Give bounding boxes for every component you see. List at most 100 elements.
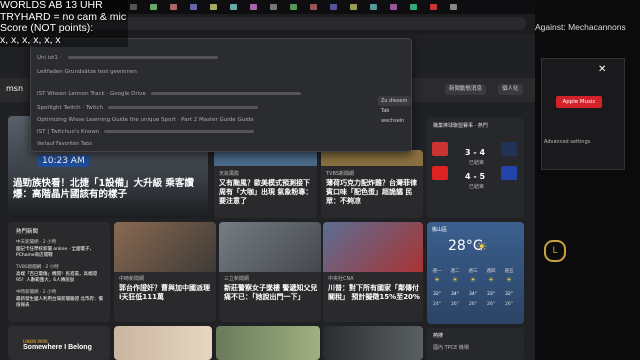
tab-favicon[interactable] (350, 4, 357, 10)
forecast-icon: ☀ (451, 276, 459, 284)
suggestion-row[interactable]: Leitfaden Grundsätze test gewinnen (37, 67, 405, 78)
league-logo-icon[interactable]: L (544, 240, 566, 262)
news-source: 中央社CNA (328, 276, 354, 282)
news-image (321, 150, 423, 166)
forecast-high: 32° (505, 292, 513, 297)
dropdown-footer[interactable]: Verlauf Favoriten Tabs (37, 141, 92, 147)
side-app-panel (535, 0, 640, 360)
tab-favicon[interactable] (210, 4, 217, 10)
forecast-low: 26° (505, 302, 513, 307)
suggestion-row[interactable]: Optimizing Wisse Learning Guide the uniq… (37, 115, 405, 126)
suggestion-row[interactable]: IST | Twitchuo's Known (37, 127, 405, 138)
forecast-day: 週一 (432, 269, 442, 274)
news-title[interactable]: 薄荷巧克力配炸雞？台灣菲律賓口味「配色蛋」超詭譎 民眾：不夠凉 (326, 179, 421, 206)
tab-favicon[interactable] (150, 4, 157, 10)
opponent-label: Against: Mechacannons (535, 22, 626, 32)
news-card[interactable]: 三立新聞網 新莊警察女子墜樓 警遞知父兒痛不已：「她說出門一下」 (219, 222, 321, 322)
tab-favicon[interactable] (270, 4, 277, 10)
apple-music-button[interactable]: Apple Music (556, 96, 602, 108)
tab-favicon[interactable] (410, 4, 417, 10)
scores-header: 職業棒球聯盟賽事 · 熱門 (433, 123, 488, 129)
list-item[interactable]: 最新發生國人利用台灣新聞驗證 北市府：價值報表 (16, 297, 106, 309)
news-title[interactable]: 郭台作證奸？曹與加中國派理 i天狂低111萬 (119, 284, 214, 302)
suggestion-row[interactable]: Spotlight Twitch · Twitch (37, 103, 405, 114)
news-card[interactable]: TVBS新聞網 薄荷巧克力配炸雞？台灣菲律賓口味「配色蛋」超詭譎 民眾：不夠凉 (321, 150, 423, 218)
news-image (114, 222, 216, 272)
news-image (219, 222, 321, 272)
list-item[interactable]: 國記卡任學校新聞 online · 全國電子，PChome商店開戰 (16, 247, 106, 259)
sun-icon: ☀ (476, 240, 488, 255)
list-item[interactable]: 中天新聞網 · 2 小時 (16, 240, 106, 246)
forecast-day: 週五 (504, 269, 514, 274)
overlay-line: x, x, x, x, x, x (0, 33, 61, 46)
news-image (323, 222, 423, 272)
list-item[interactable]: 中時新聞網 · 2 小時 (16, 290, 106, 296)
news-title[interactable]: 川普：對下所有國家「鄰傳付關稅」 預計擬徵15%至20% (328, 284, 421, 302)
sports-scores-widget[interactable]: 職業棒球聯盟賽事 · 熱門 3 - 4 已結束 4 - 5 已結束 (427, 118, 524, 218)
forecast-high: 32° (433, 292, 441, 297)
suggestion-row[interactable]: Uni ist1 · (37, 53, 405, 64)
panel-title: 熱搜 (433, 333, 444, 339)
tab-favicon[interactable] (370, 4, 377, 10)
tab-favicon[interactable] (290, 4, 297, 10)
news-feed-button[interactable]: 新聞動態消息 (445, 84, 487, 95)
forecast-icon: ☀ (487, 276, 495, 284)
tab-favicon[interactable] (310, 4, 317, 10)
news-card[interactable] (114, 326, 212, 360)
forecast-high: 34° (469, 292, 477, 297)
tab-favicon[interactable] (430, 4, 437, 10)
news-image (214, 150, 317, 166)
tab-favicon[interactable] (450, 4, 457, 10)
advanced-settings-label[interactable]: Advanced settings (544, 139, 590, 145)
forecast-icon: ☀ (469, 276, 477, 284)
team-logo (501, 142, 517, 156)
team-logo (501, 166, 517, 180)
forecast-day: 週四 (486, 269, 496, 274)
forecast-low: 26° (469, 302, 477, 307)
team-logo (432, 142, 448, 156)
news-title[interactable]: 又有颱風？歐美模式預測接下周有「大咖」出現 氣象粉專：要注意了 (219, 179, 314, 206)
tab-favicon[interactable] (170, 4, 177, 10)
tab-favicon[interactable] (390, 4, 397, 10)
overlay-line: WORLDS AB 13 UHR (0, 0, 103, 11)
game-score[interactable]: 4 - 5 (465, 172, 485, 181)
address-suggestions-dropdown[interactable]: Uni ist1 · Leitfaden Grundsätze test gew… (30, 38, 412, 152)
forecast-day: 週二 (450, 269, 460, 274)
news-source: 三立新聞網 (224, 276, 250, 282)
panel-item[interactable]: 國內 TPCE 機場 (433, 344, 469, 351)
news-source: 天氣風險 (219, 171, 240, 177)
forecast-low: 26° (451, 302, 459, 307)
song-title[interactable]: Somewhere I Belong (23, 344, 92, 351)
tab-favicon[interactable] (230, 4, 237, 10)
tab-favicon[interactable] (190, 4, 197, 10)
forecast-day: 週三 (468, 269, 478, 274)
news-card[interactable]: 中時新聞網 郭台作證奸？曹與加中國派理 i天狂低111萬 (114, 222, 216, 322)
news-card[interactable]: 天氣風險 又有颱風？歐美模式預測接下周有「大咖」出現 氣象粉專：要注意了 (214, 150, 317, 218)
tab-favicon[interactable] (330, 4, 337, 10)
msn-logo[interactable]: msn (6, 84, 23, 93)
time-badge: 10:23 AM (38, 155, 89, 167)
news-title[interactable]: 新莊警察女子墜樓 警遞知父兒痛不已：「她說出門一下」 (224, 284, 319, 302)
tab-favicon[interactable] (250, 4, 257, 10)
list-item[interactable]: TVBS新聞網 · 2 小時 (16, 265, 106, 271)
game-score[interactable]: 3 - 4 (465, 148, 485, 157)
team-logo (432, 166, 448, 180)
overlay-line: Score (NOT points): (0, 22, 94, 34)
close-icon[interactable]: ✕ (598, 64, 606, 75)
tab-favicon[interactable] (130, 4, 137, 10)
forecast-low: 24° (433, 302, 441, 307)
news-card[interactable]: 中央社CNA 川普：對下所有國家「鄰傳付關稅」 預計擬徵15%至20% (323, 222, 423, 322)
suggestion-row[interactable]: IST Wissen Lennon Track · Google Drive (37, 89, 405, 100)
news-source: TVBS新聞網 (326, 171, 354, 177)
switch-to-tab-button[interactable]: Zu diesem Tab wechseln (378, 96, 411, 124)
forecast-high: 34° (451, 292, 459, 297)
weather-location: 桃山區 (432, 227, 448, 233)
news-card[interactable] (323, 326, 423, 360)
trending-panel[interactable]: 熱搜 國內 TPCE 機場 (427, 328, 524, 360)
list-item[interactable]: 高端「百已電傷」機開！民進黨，高端證95！人數範圍大，6人傳說說 (16, 272, 106, 284)
news-source: 中時新聞網 (119, 276, 145, 282)
news-card[interactable] (216, 326, 320, 360)
hero-title[interactable]: 過勁族快看！北捷「1設備」大升級 乘客讚爆：高階晶片國該有的樣子 (13, 178, 205, 200)
personalize-button[interactable]: 個人化 (498, 84, 523, 95)
forecast-high: 33° (487, 292, 495, 297)
